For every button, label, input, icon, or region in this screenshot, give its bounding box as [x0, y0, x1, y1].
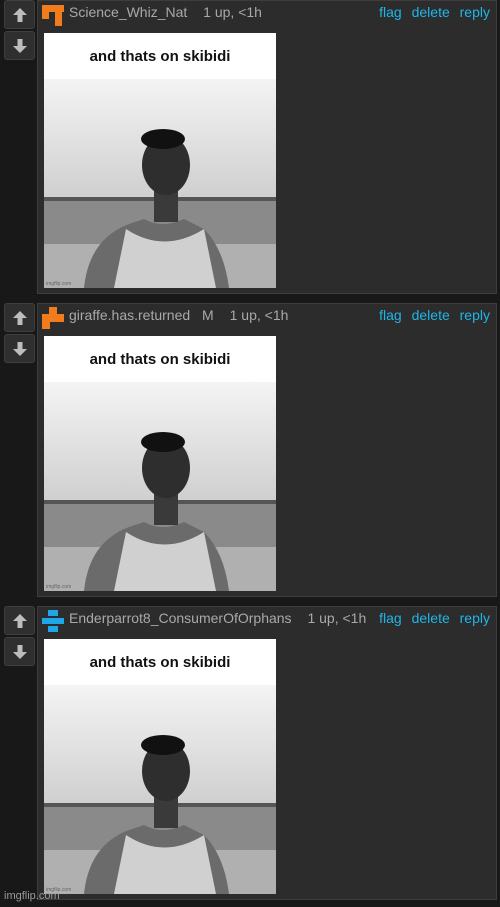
meme-image[interactable]: and thats on skibidi imgflip.com — [44, 639, 276, 894]
meme-caption: and thats on skibidi — [89, 350, 231, 368]
comment-actions: flag delete reply — [373, 4, 490, 20]
comment: Enderparrot8_ConsumerOfOrphans 1 up, <1h… — [0, 606, 500, 903]
delete-link[interactable]: delete — [412, 307, 450, 323]
meme-photo — [44, 685, 276, 894]
reply-link[interactable]: reply — [460, 4, 490, 20]
avatar[interactable] — [41, 306, 65, 330]
downvote-button[interactable] — [4, 334, 35, 363]
comment-actions: flag delete reply — [373, 307, 490, 323]
arrow-up-icon — [12, 613, 27, 628]
arrow-down-icon — [12, 341, 27, 356]
comment-meta: 1 up, <1h — [203, 4, 262, 20]
comment-meta: 1 up, <1h — [229, 307, 289, 323]
arrow-up-icon — [12, 7, 27, 22]
imgflip-watermark: imgflip.com — [4, 890, 60, 902]
downvote-button[interactable] — [4, 31, 35, 60]
meme-photo — [44, 79, 276, 288]
comment: Science_Whiz_Nat 1 up, <1h flag delete r… — [0, 0, 500, 297]
comment: giraffe.has.returned M 1 up, <1h flag de… — [0, 303, 500, 600]
meme-photo — [44, 382, 276, 591]
meme-caption: and thats on skibidi — [89, 653, 231, 671]
delete-link[interactable]: delete — [412, 4, 450, 20]
arrow-up-icon — [12, 310, 27, 325]
flag-link[interactable]: flag — [379, 307, 402, 323]
comment-meta: 1 up, <1h — [307, 610, 367, 626]
username-link[interactable]: Science_Whiz_Nat — [69, 4, 187, 20]
meme-image[interactable]: and thats on skibidi imgflip.com — [44, 33, 276, 288]
arrow-down-icon — [12, 644, 27, 659]
meme-watermark: imgflip.com — [46, 584, 72, 590]
username-link[interactable]: giraffe.has.returned — [69, 307, 190, 323]
comment-panel: Science_Whiz_Nat 1 up, <1h flag delete r… — [37, 0, 497, 294]
username-link[interactable]: Enderparrot8_ConsumerOfOrphans — [69, 610, 292, 626]
flag-link[interactable]: flag — [379, 4, 402, 20]
arrow-down-icon — [12, 38, 27, 53]
comment-actions: flag delete reply — [373, 610, 490, 626]
comment-panel: giraffe.has.returned M 1 up, <1h flag de… — [37, 303, 497, 597]
meme-watermark: imgflip.com — [46, 281, 72, 287]
avatar[interactable] — [41, 3, 65, 27]
avatar[interactable] — [41, 609, 65, 633]
flag-link[interactable]: flag — [379, 610, 402, 626]
upvote-button[interactable] — [4, 606, 35, 635]
mod-badge: M — [202, 307, 214, 323]
comment-panel: Enderparrot8_ConsumerOfOrphans 1 up, <1h… — [37, 606, 497, 900]
downvote-button[interactable] — [4, 637, 35, 666]
meme-caption: and thats on skibidi — [89, 47, 231, 65]
upvote-button[interactable] — [4, 0, 35, 29]
delete-link[interactable]: delete — [412, 610, 450, 626]
reply-link[interactable]: reply — [460, 610, 490, 626]
upvote-button[interactable] — [4, 303, 35, 332]
reply-link[interactable]: reply — [460, 307, 490, 323]
meme-image[interactable]: and thats on skibidi imgflip.com — [44, 336, 276, 591]
